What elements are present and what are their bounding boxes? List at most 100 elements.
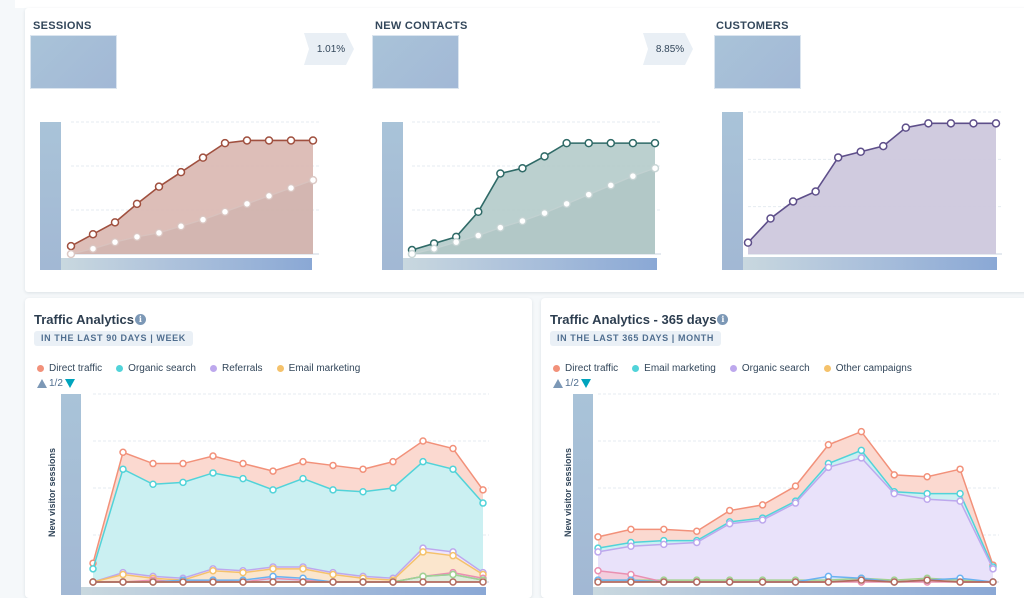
data-point [956,497,964,505]
data-point [857,427,866,436]
data-point [924,119,933,128]
legend-dot [276,365,284,372]
legend-item-organic-search[interactable]: Organic search [116,363,196,374]
data-point [479,578,487,586]
contacts-xaxis [403,258,657,270]
data-point [518,163,527,173]
data-point [833,153,843,162]
data-point [269,578,277,586]
traffic-analytics-365-title: Traffic Analytics - 365 days i [550,312,729,327]
data-point [449,465,457,473]
data-point [923,472,931,481]
data-point [239,459,247,468]
data-point [791,499,800,507]
data-point [209,469,217,477]
data-point [540,208,549,218]
traffic-analytics-title: Traffic Analytics i [34,312,146,327]
data-point [239,568,247,577]
data-point [66,249,76,259]
data-point [956,465,964,473]
data-point [264,191,274,201]
data-point [890,489,898,498]
pager-text: 1/2 [49,378,63,389]
traffic-365-yaxis [573,394,593,595]
data-point [209,578,217,586]
data-point [149,578,157,586]
data-point [518,216,527,226]
data-point [594,566,602,575]
data-point [429,244,439,253]
data-point [198,153,208,162]
data-point [901,123,911,132]
y-axis-label: New visitor sessions [47,447,57,537]
data-point [693,527,701,535]
data-point [220,138,230,148]
data-point [239,578,247,586]
data-point [286,183,296,193]
legend-dot [823,365,831,372]
data-point [890,471,898,479]
data-point [594,548,602,556]
legend-label: Email marketing [288,363,361,374]
data-point [389,578,397,586]
stage-title-sessions: SESSIONS [33,20,92,32]
data-point [286,136,296,145]
legend-item-email-marketing[interactable]: Email marketing [632,363,716,374]
data-point [389,457,397,466]
data-point [329,461,337,470]
stage-title-new-contacts: NEW CONTACTS [375,20,468,32]
legend-label: Organic search [128,363,196,374]
legend-label: Direct traffic [565,363,619,374]
data-point [650,163,660,173]
pager-up-icon[interactable] [37,379,47,388]
sessions-xaxis [61,258,312,270]
legend: Direct traffic Organic search Referrals … [37,363,360,374]
data-point [474,207,483,217]
info-icon[interactable]: i [134,314,146,325]
legend-dot [209,365,217,372]
data-point [606,181,616,190]
legend-label: Other campaigns [835,363,912,374]
legend-item-referrals[interactable]: Referrals [209,363,263,374]
data-point [562,199,571,209]
data-point [584,138,593,148]
traffic-analytics-chart [89,393,489,586]
data-point [725,519,734,528]
data-point [299,457,307,466]
pager-down-icon[interactable] [580,379,591,388]
data-point [824,441,833,449]
data-point [419,578,427,586]
data-point [627,578,635,586]
series-area-current [748,123,996,254]
stage-box-customers[interactable] [714,35,801,89]
data-point [198,215,208,224]
data-point [594,578,602,586]
info-icon[interactable]: i [717,314,729,325]
data-point [308,136,318,145]
stage-box-new-contacts[interactable] [372,35,459,89]
stage-box-sessions[interactable] [30,35,117,89]
data-point [269,467,277,475]
traffic-analytics-title-text: Traffic Analytics [34,312,134,327]
data-point [989,565,997,573]
data-point [359,465,367,473]
data-point [451,237,461,247]
pager-up-icon[interactable] [553,379,563,388]
data-point [389,484,397,492]
data-point [329,486,337,494]
legend-item-organic-search[interactable]: Organic search [729,363,810,374]
conversion-badge-1: 1.01% [304,33,354,65]
data-point [650,138,660,148]
data-point [242,199,252,209]
legend-item-email-marketing[interactable]: Email marketing [276,363,361,374]
data-point [758,501,767,509]
legend-item-direct-traffic[interactable]: Direct traffic [553,363,618,374]
legend-item-direct-traffic[interactable]: Direct traffic [37,363,102,374]
data-point [857,576,866,584]
data-point [176,167,186,177]
y-axis-label: New visitor sessions [563,447,573,537]
pager-down-icon[interactable] [64,379,75,388]
legend-item-other-campaigns[interactable]: Other campaigns [823,363,912,374]
data-point [791,578,800,586]
data-point [299,565,307,573]
